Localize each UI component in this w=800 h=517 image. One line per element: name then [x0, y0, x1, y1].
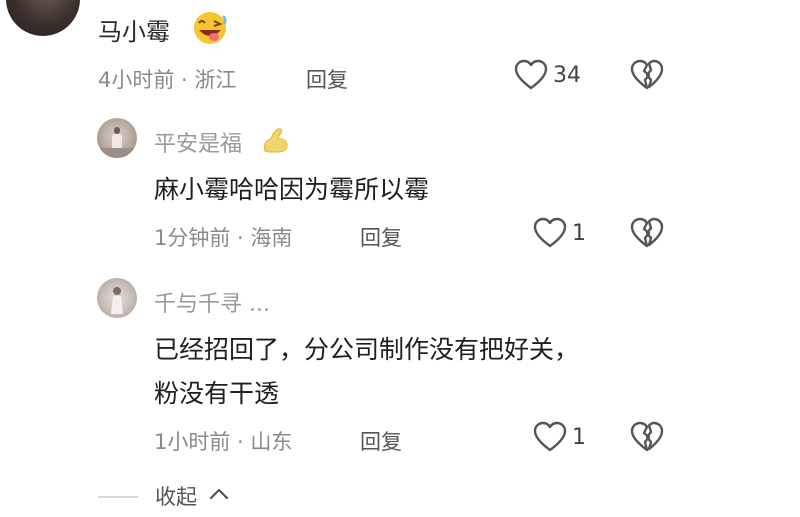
like-heart-icon[interactable]: [533, 217, 567, 249]
reply-author[interactable]: 平安是福: [154, 126, 242, 158]
reply-meta: 1分钟前 · 海南: [154, 226, 293, 250]
broken-heart-icon[interactable]: [630, 59, 664, 91]
collapse-button[interactable]: 收起: [155, 481, 197, 511]
laughing-tongue-emoji-icon: [190, 10, 230, 46]
broken-heart-icon[interactable]: [630, 421, 664, 453]
like-count: 1: [572, 425, 586, 450]
reply-avatar[interactable]: [97, 278, 137, 318]
like-count: 1: [572, 221, 586, 246]
reply-button[interactable]: 回复: [306, 64, 348, 94]
comment-author[interactable]: 马小霉: [98, 12, 170, 47]
flexed-biceps-icon: [260, 125, 290, 155]
reply-button[interactable]: 回复: [360, 222, 402, 252]
collapse-label: 收起: [155, 485, 197, 509]
comment-meta: 4小时前 · 浙江: [98, 68, 237, 92]
reply-author[interactable]: 千与千寻 ...: [154, 286, 270, 318]
like-heart-icon[interactable]: [514, 59, 548, 91]
broken-heart-icon[interactable]: [630, 217, 664, 249]
reply-text-line-2: 粉没有干透: [154, 379, 280, 408]
avatar[interactable]: [6, 0, 80, 36]
like-heart-icon[interactable]: [533, 421, 567, 453]
reply-text: 麻小霉哈哈因为霉所以霉: [154, 175, 430, 204]
chevron-up-icon[interactable]: [208, 486, 230, 502]
collapse-divider: [98, 496, 138, 498]
reply-button[interactable]: 回复: [360, 426, 402, 456]
reply-meta: 1小时前 · 山东: [154, 430, 293, 454]
like-count: 34: [553, 63, 581, 88]
reply-avatar[interactable]: [97, 118, 137, 158]
reply-text-line-1: 已经招回了，分公司制作没有把好关，: [154, 335, 580, 364]
